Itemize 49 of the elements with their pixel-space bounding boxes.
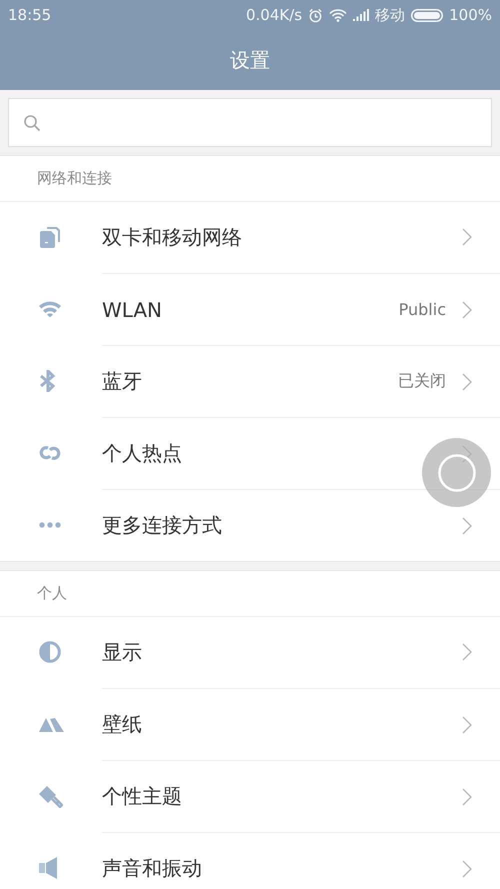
- clock-time: 18:55: [8, 6, 52, 24]
- search-icon: [23, 114, 41, 132]
- item-value: 已关闭: [398, 371, 446, 392]
- battery-icon: [411, 8, 444, 22]
- item-label: WLAN: [102, 298, 164, 322]
- carrier-name: 移动: [375, 6, 406, 24]
- item-label: 蓝牙: [102, 368, 143, 395]
- settings-item[interactable]: 双卡和移动网络: [0, 201, 500, 273]
- page-title: 设置: [230, 46, 270, 74]
- mountains-icon: [39, 716, 64, 732]
- item-label: 个性主题: [102, 783, 183, 810]
- section-header: 个人: [37, 584, 67, 603]
- item-label: 壁纸: [102, 711, 143, 738]
- search-field[interactable]: [8, 98, 492, 147]
- settings-item[interactable]: 壁纸: [0, 688, 500, 760]
- dots-icon: [39, 522, 61, 528]
- network-speed: 0.04K/s: [246, 6, 302, 24]
- item-label: 声音和振动: [102, 855, 203, 882]
- settings-item[interactable]: 显示: [0, 616, 500, 688]
- sim-cards-icon: [39, 226, 61, 248]
- signal-icon: [353, 9, 370, 21]
- ring-icon: [436, 452, 476, 492]
- bluetooth-icon: [39, 370, 57, 392]
- alarm-icon: [308, 8, 324, 22]
- chevron-icon: [462, 860, 472, 878]
- chevron-icon: [462, 228, 472, 246]
- chevron-icon: [462, 300, 472, 318]
- settings-item[interactable]: 声音和振动: [0, 832, 500, 889]
- settings-item[interactable]: 蓝牙 已关闭: [0, 345, 500, 417]
- battery-percent: 100%: [449, 6, 492, 24]
- chevron-icon: [462, 643, 472, 661]
- settings-item[interactable]: 个性主题: [0, 760, 500, 832]
- chevron-icon: [462, 716, 472, 734]
- item-label: 显示: [102, 638, 143, 666]
- item-value: Public: [398, 300, 446, 319]
- speaker-icon: [39, 857, 59, 879]
- paint-roller-icon: [39, 784, 63, 808]
- link-icon: [39, 444, 61, 462]
- half-circle-icon: [39, 641, 61, 663]
- wifi-icon: [39, 301, 61, 317]
- section-header: 网络和连接: [37, 169, 112, 188]
- chevron-icon: [462, 788, 472, 806]
- chevron-icon: [462, 516, 472, 534]
- item-label: 双卡和移动网络: [102, 224, 243, 250]
- item-label: 个人热点: [102, 440, 183, 467]
- chevron-icon: [462, 372, 472, 390]
- settings-item[interactable]: WLAN Public: [0, 273, 500, 345]
- wifi-icon: [329, 8, 348, 22]
- item-label: 更多连接方式: [102, 512, 223, 539]
